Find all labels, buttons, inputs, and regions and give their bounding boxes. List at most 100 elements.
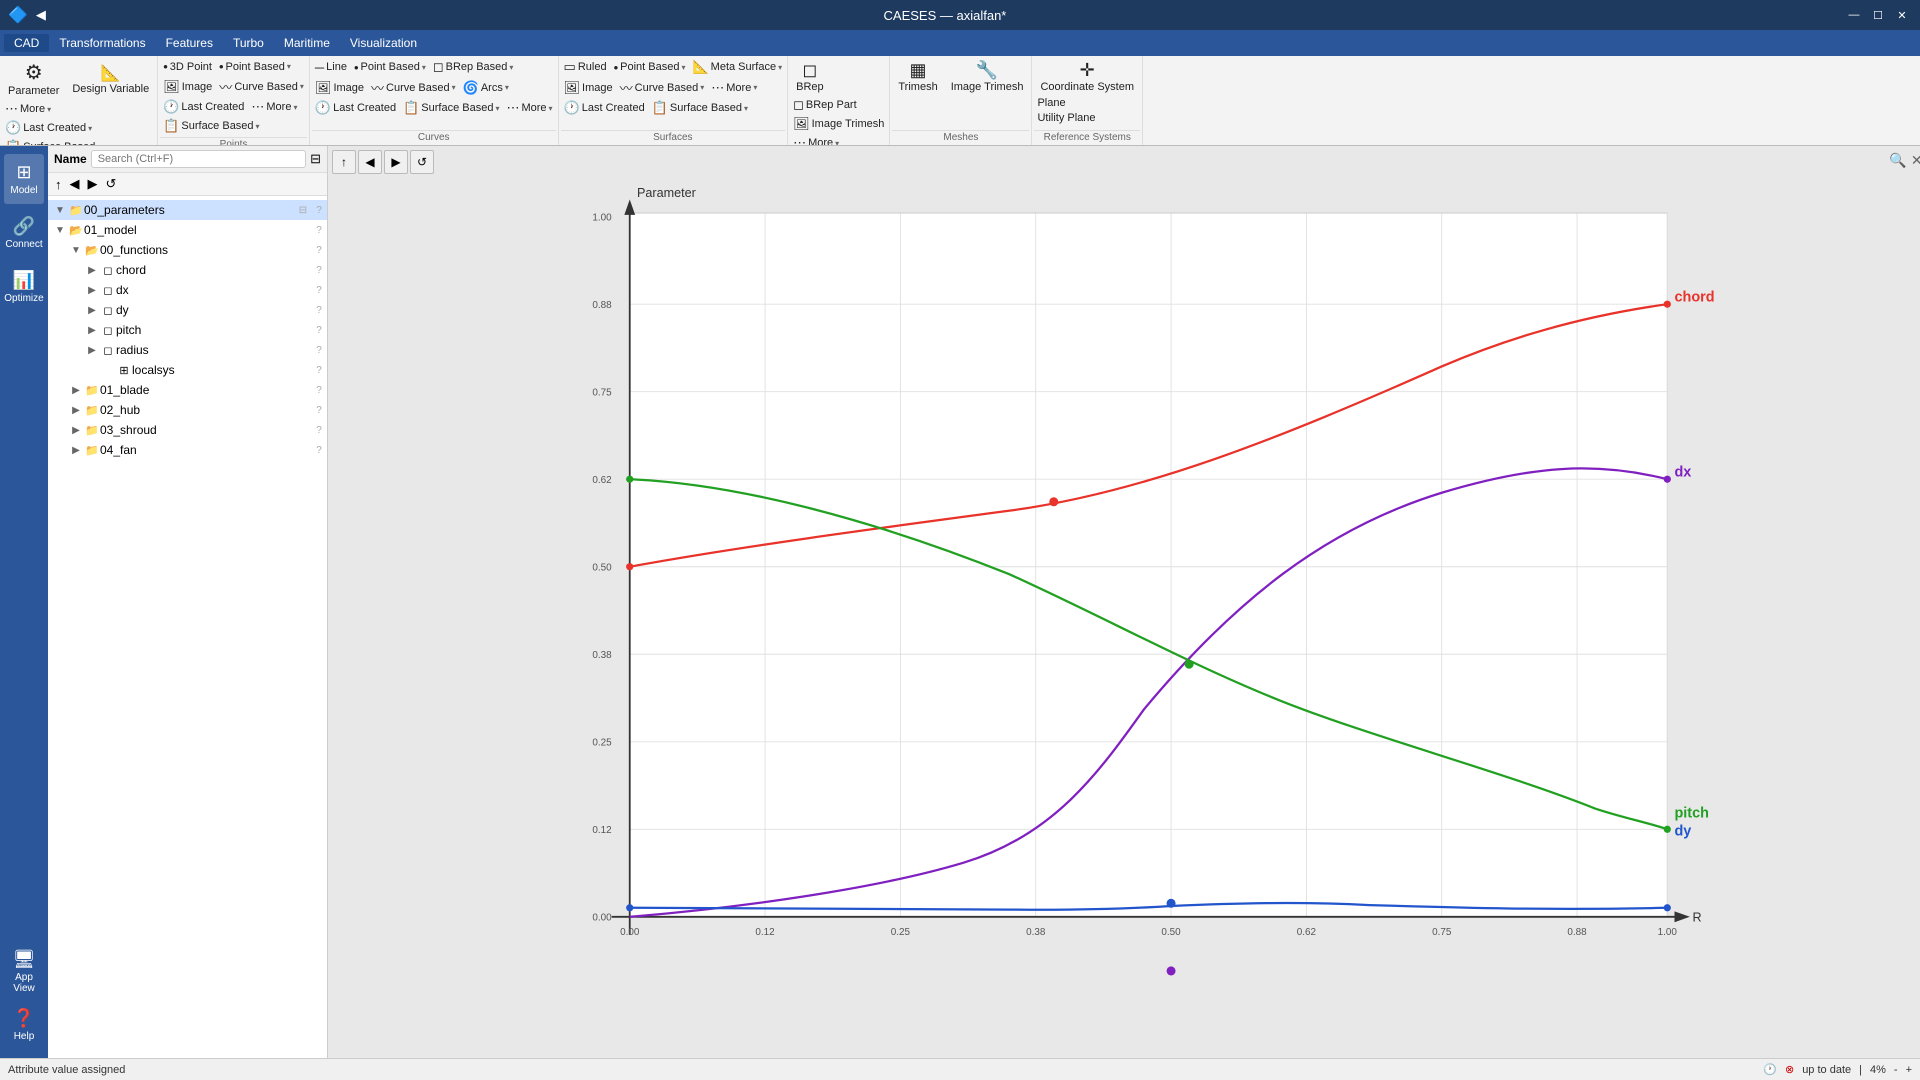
- ribbon-btn-last-created-surfaces[interactable]: 🕐Last Created: [561, 99, 648, 117]
- menu-item-maritime[interactable]: Maritime: [274, 34, 340, 52]
- ribbon-btn-surface-based-params[interactable]: 📋Surface Based▾: [2, 138, 104, 146]
- tree-expand-01_model[interactable]: ▼: [52, 222, 68, 238]
- ribbon-btn-plane[interactable]: Plane: [1034, 96, 1068, 110]
- tree-item-00_functions[interactable]: ▼ 📂 00_functions ?: [48, 240, 327, 260]
- ribbon-btn-image-surfaces[interactable]: 🖼Image: [561, 79, 616, 97]
- ribbon-btn-point-based[interactable]: •Point Based▾: [216, 58, 294, 75]
- tree-expand-dx[interactable]: ▶: [84, 282, 100, 298]
- ribbon-btn-parameter[interactable]: ⚙ Parameter: [2, 58, 65, 99]
- svg-text:1.00: 1.00: [592, 212, 612, 223]
- ribbon-btn-line[interactable]: ─Line: [312, 59, 350, 76]
- ribbon-btn-last-created-points[interactable]: 🕐Last Created: [160, 98, 247, 116]
- tree-expand-00_functions[interactable]: ▼: [68, 242, 84, 258]
- ribbon-btn-ruled[interactable]: ▭Ruled: [561, 58, 610, 76]
- tree-toolbar-next[interactable]: ▶: [85, 175, 101, 193]
- tree-toolbar-expand[interactable]: ↑: [52, 176, 65, 193]
- tree-item-00_parameters[interactable]: ▼ 📁 00_parameters ⊟ ?: [48, 200, 327, 220]
- sidebar-item-optimize[interactable]: 📊 Optimize: [4, 262, 44, 312]
- canvas-btn-next[interactable]: ▶: [384, 150, 408, 174]
- tree-expand-01_blade[interactable]: ▶: [68, 382, 84, 398]
- ribbon-btn-point-based-curves[interactable]: •Point Based▾: [351, 59, 429, 76]
- tree-filter-icon[interactable]: ⊟: [310, 151, 321, 167]
- tree-item-01_model[interactable]: ▼ 📂 01_model ?: [48, 220, 327, 240]
- tree-expand-03_shroud[interactable]: ▶: [68, 422, 84, 438]
- status-zoom-out[interactable]: -: [1894, 1064, 1898, 1076]
- ribbon-btn-last-created-params[interactable]: 🕐Last Created▾: [2, 119, 95, 137]
- item-icon-pitch: ◻: [100, 322, 116, 338]
- ribbon-btn-design-variable[interactable]: 📐 Design Variable: [66, 61, 155, 97]
- minimize-button[interactable]: —: [1844, 5, 1864, 25]
- ribbon-group-label-surfaces: Surfaces: [561, 130, 786, 143]
- ribbon-btn-image-trimesh[interactable]: 🖼Image Trimesh: [790, 115, 887, 133]
- tree-item-02_hub[interactable]: ▶ 📁 02_hub ?: [48, 400, 327, 420]
- menu-item-features[interactable]: Features: [156, 34, 223, 52]
- menu-item-turbo[interactable]: Turbo: [223, 34, 274, 52]
- svg-text:0.12: 0.12: [755, 927, 775, 938]
- ribbon-btn-surface-based-points[interactable]: 📋Surface Based▾: [160, 117, 262, 135]
- tree-expand-02_hub[interactable]: ▶: [68, 402, 84, 418]
- ribbon-btn-more-breps[interactable]: ⋯More▾: [790, 134, 842, 146]
- sidebar-item-appview[interactable]: 🖥 App View: [4, 946, 44, 996]
- ribbon-btn-more-parameters[interactable]: ⋯More▾: [2, 100, 54, 118]
- ribbon-btn-surface-based-curves[interactable]: 📋Surface Based▾: [400, 99, 502, 117]
- status-zoom-in[interactable]: +: [1906, 1064, 1912, 1076]
- ribbon-btn-brep-based-curves[interactable]: ◻BRep Based▾: [430, 58, 517, 76]
- ribbon-btn-trimesh[interactable]: ▦ Trimesh: [892, 58, 943, 95]
- tree-item-action-5: ?: [311, 262, 327, 278]
- ribbon-btn-meta-surface[interactable]: 📐Meta Surface▾: [689, 58, 785, 76]
- ribbon-btn-image-curves[interactable]: 🖼Image: [312, 79, 367, 97]
- ribbon-btn-surface-based-surfaces[interactable]: 📋Surface Based▾: [649, 99, 751, 117]
- close-icon[interactable]: ✕: [1911, 152, 1920, 169]
- ribbon-btn-coordinate-system[interactable]: ✛ Coordinate System: [1034, 58, 1140, 95]
- tree-expand-04_fan[interactable]: ▶: [68, 442, 84, 458]
- ribbon-btn-image-trimesh-mesh[interactable]: 🔧 Image Trimesh: [945, 58, 1030, 95]
- ribbon-btn-curve-based-surfaces[interactable]: 〰Curve Based▾: [617, 77, 708, 98]
- tree-item-01_blade[interactable]: ▶ 📁 01_blade ?: [48, 380, 327, 400]
- menu-item-transformations[interactable]: Transformations: [49, 34, 155, 52]
- ribbon-btn-3d-point[interactable]: •3D Point: [160, 58, 215, 75]
- ribbon-btn-brep[interactable]: ◻ BRep: [790, 58, 830, 95]
- tree-item-dx[interactable]: ▶ ◻ dx ?: [48, 280, 327, 300]
- tree-item-localsys[interactable]: ▶ ⊞ localsys ?: [48, 360, 327, 380]
- tree-expand-chord[interactable]: ▶: [84, 262, 100, 278]
- tree-item-radius[interactable]: ▶ ◻ radius ?: [48, 340, 327, 360]
- tree-item-dy[interactable]: ▶ ◻ dy ?: [48, 300, 327, 320]
- tree-expand-dy[interactable]: ▶: [84, 302, 100, 318]
- canvas-btn-prev[interactable]: ◀: [358, 150, 382, 174]
- ribbon-btn-curve-based-points[interactable]: 〰Curve Based▾: [216, 76, 307, 97]
- window-controls-back[interactable]: ◀: [36, 7, 46, 23]
- tree-toolbar-prev[interactable]: ◀: [67, 175, 83, 193]
- canvas-btn-up[interactable]: ↑: [332, 150, 356, 174]
- tree-item-04_fan[interactable]: ▶ 📁 04_fan ?: [48, 440, 327, 460]
- sidebar-icons: ⊞ Model 🔗 Connect 📊 Optimize 🖥 App View …: [0, 146, 48, 1058]
- ribbon-btn-point-based-surfaces[interactable]: •Point Based▾: [611, 59, 689, 76]
- maximize-button[interactable]: ☐: [1868, 5, 1888, 25]
- menu-item-cad[interactable]: CAD: [4, 34, 49, 52]
- canvas-area[interactable]: ↑ ◀ ▶ ↺ 🔍 ✕: [328, 146, 1920, 1058]
- tree-search-input[interactable]: [91, 150, 306, 168]
- menu-item-visualization[interactable]: Visualization: [340, 34, 427, 52]
- tree-item-03_shroud[interactable]: ▶ 📁 03_shroud ?: [48, 420, 327, 440]
- ribbon-btn-more-curves[interactable]: ⋯More▾: [503, 99, 555, 117]
- ribbon-btn-brep-part[interactable]: ◻BRep Part: [790, 96, 860, 114]
- ribbon-btn-more-points[interactable]: ⋯More▾: [248, 98, 300, 116]
- tree-expand-radius[interactable]: ▶: [84, 342, 100, 358]
- sidebar-item-model[interactable]: ⊞ Model: [4, 154, 44, 204]
- ribbon-btn-curve-based-curves[interactable]: 〰Curve Based▾: [368, 77, 459, 98]
- ribbon-btn-image-points[interactable]: 🖼Image: [160, 78, 215, 96]
- tree-item-pitch[interactable]: ▶ ◻ pitch ?: [48, 320, 327, 340]
- sidebar-item-connect[interactable]: 🔗 Connect: [4, 208, 44, 258]
- search-icon[interactable]: 🔍: [1889, 152, 1906, 169]
- tree-expand-00_parameters[interactable]: ▼: [52, 202, 68, 218]
- tree-item-chord[interactable]: ▶ ◻ chord ?: [48, 260, 327, 280]
- sidebar-item-help[interactable]: ❓ Help: [4, 1000, 44, 1050]
- tree-expand-pitch[interactable]: ▶: [84, 322, 100, 338]
- ribbon-btn-arcs[interactable]: 🌀Arcs▾: [460, 79, 512, 97]
- ribbon-btn-more-surfaces[interactable]: ⋯More▾: [708, 79, 760, 97]
- canvas-btn-refresh[interactable]: ↺: [410, 150, 434, 174]
- ribbon-btn-last-created-curves[interactable]: 🕐Last Created: [312, 99, 399, 117]
- close-button[interactable]: ✕: [1892, 5, 1912, 25]
- ribbon-btn-utility-plane[interactable]: Utility Plane: [1034, 111, 1098, 125]
- tree-toolbar-refresh[interactable]: ↺: [103, 175, 120, 193]
- canvas-close-button[interactable]: 🔍 ✕: [1896, 150, 1916, 170]
